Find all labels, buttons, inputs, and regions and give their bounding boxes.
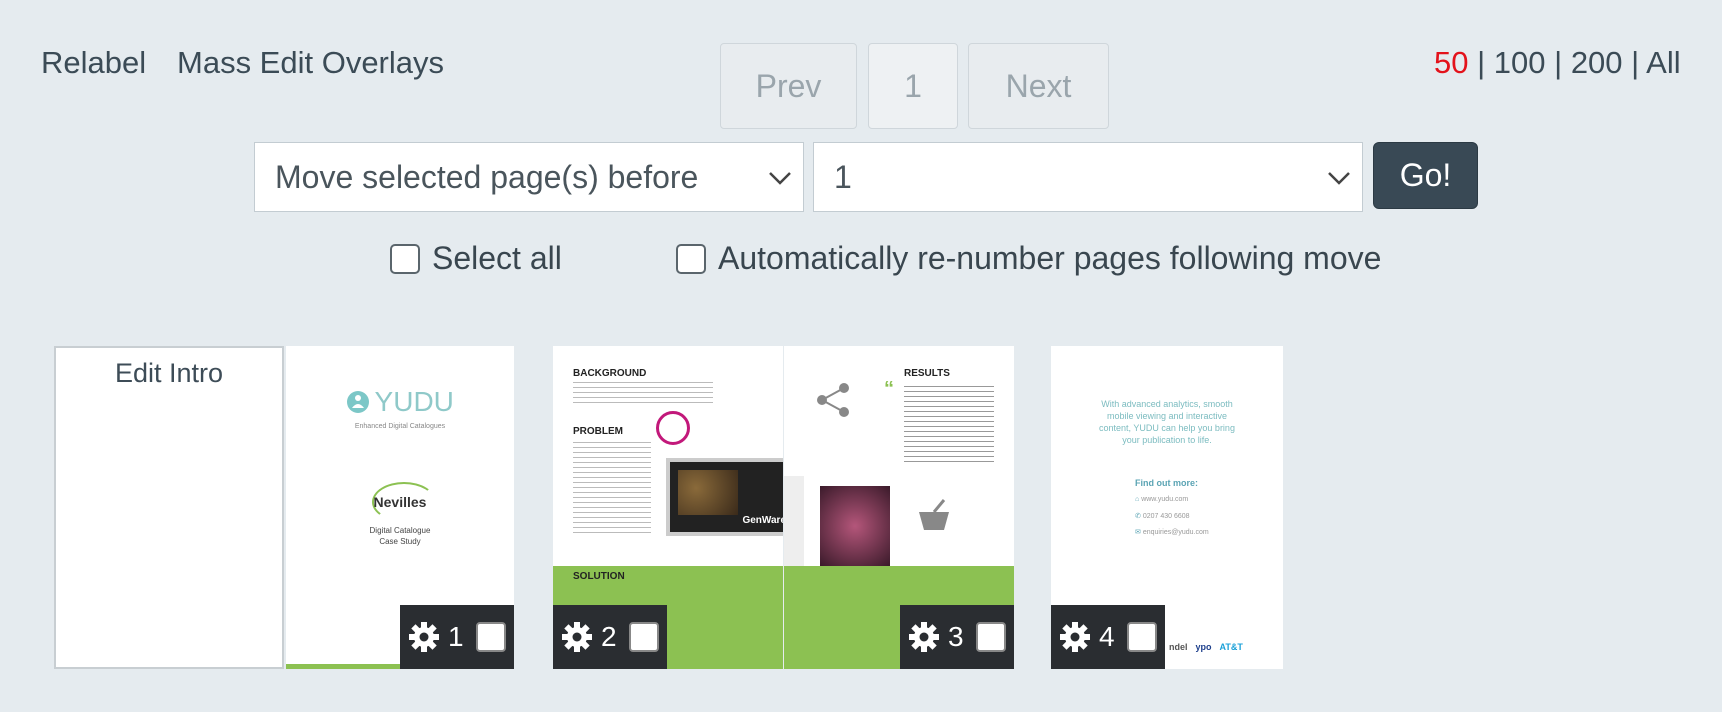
per-page-50[interactable]: 50 (1434, 45, 1468, 80)
body-text (904, 386, 994, 466)
monitor-image: GenWare (666, 458, 783, 536)
page-number: 4 (1099, 621, 1115, 652)
phone-image-edge (784, 476, 804, 566)
partner-logo: ndel (1169, 642, 1188, 652)
edit-intro-tile[interactable]: Edit Intro (54, 346, 284, 669)
page-select-checkbox[interactable] (1126, 622, 1157, 652)
next-button[interactable]: Next (968, 43, 1109, 129)
doc-title: Digital Catalogue (369, 526, 431, 535)
heading-solution: SOLUTION (573, 571, 625, 582)
separator: | (1554, 45, 1571, 80)
brand-subtitle: Enhanced Digital Catalogues (354, 423, 446, 430)
client-name: Nevilles (373, 494, 427, 510)
quote-open-icon: “ (884, 378, 894, 400)
page-controls-4: 4 (1051, 605, 1165, 669)
chevron-down-icon (1328, 172, 1350, 185)
page-thumbnail-4[interactable]: With advanced analytics, smooth mobile v… (1051, 346, 1283, 669)
page-number: 3 (948, 621, 964, 652)
per-page-selector: 50 | 100 | 200 | All (1434, 45, 1681, 81)
relabel-link[interactable]: Relabel (41, 45, 146, 81)
select-all-label: Select all (432, 240, 562, 276)
partner-logo: AT&T (1219, 642, 1243, 652)
page-number: 2 (601, 621, 617, 652)
gear-icon[interactable] (561, 621, 593, 653)
auto-renumber-checkbox[interactable] (676, 243, 706, 274)
go-button[interactable]: Go! (1373, 142, 1478, 209)
badge-circle (656, 411, 690, 445)
partner-logo: ypo (1195, 642, 1212, 652)
edit-intro-label: Edit Intro (114, 358, 224, 388)
heading-problem: PROBLEM (573, 426, 623, 437)
find-out-more-heading: Find out more: (1135, 478, 1198, 488)
gear-icon[interactable] (1059, 621, 1091, 653)
separator: | (1477, 45, 1494, 80)
page-controls-1: 1 (400, 605, 514, 669)
brand-name: YUDU (374, 386, 454, 417)
page-thumbnail-2[interactable]: BACKGROUND PROBLEM GenWare SOLUTION 2 (553, 346, 783, 669)
food-image (820, 486, 890, 566)
phone-text: 0207 430 6608 (1142, 513, 1190, 520)
page-number: 1 (448, 621, 464, 652)
prev-button[interactable]: Prev (720, 43, 857, 129)
overlay-text: GenWare (742, 515, 783, 526)
page-select-checkbox[interactable] (475, 622, 506, 652)
separator: | (1631, 45, 1647, 80)
email-icon: ✉ (1135, 529, 1141, 536)
phone-icon: ✆ (1135, 513, 1141, 520)
chevron-down-icon (769, 172, 791, 185)
page-controls-3: 3 (900, 605, 1014, 669)
per-page-100[interactable]: 100 (1494, 45, 1546, 80)
page-thumbnail-3[interactable]: RESULTS “ 3 (784, 346, 1014, 669)
move-target-select[interactable]: 1 (813, 142, 1363, 212)
mass-edit-overlays-link[interactable]: Mass Edit Overlays (177, 45, 444, 81)
auto-renumber-row[interactable]: Automatically re-number pages following … (676, 240, 1381, 277)
gear-icon[interactable] (908, 621, 940, 653)
body-text (573, 382, 713, 406)
select-all-row[interactable]: Select all (390, 240, 562, 277)
tagline: With advanced analytics, smooth mobile v… (1099, 399, 1235, 445)
page-select-checkbox[interactable] (628, 622, 659, 652)
page-thumbnail-1[interactable]: YUDU Enhanced Digital Catalogues Neville… (286, 346, 514, 669)
email-text: enquiries@yudu.com (1142, 529, 1209, 536)
doc-subtitle: Case Study (379, 537, 421, 546)
contact-phone: ✆ 0207 430 6608 (1135, 512, 1190, 520)
web-text: www.yudu.com (1141, 496, 1189, 503)
auto-renumber-label: Automatically re-number pages following … (718, 240, 1382, 276)
page-controls-2: 2 (553, 605, 667, 669)
yudu-logo: YUDU (286, 386, 514, 418)
select-all-checkbox[interactable] (390, 243, 420, 274)
current-page-button[interactable]: 1 (868, 43, 958, 129)
contact-web: ⌂ www.yudu.com (1135, 496, 1188, 503)
partner-logos: ndel ypo AT&T (1169, 642, 1243, 652)
move-action-value: Move selected page(s) before (275, 158, 699, 195)
contact-email: ✉ enquiries@yudu.com (1135, 528, 1209, 536)
basket-icon (919, 499, 949, 530)
move-target-value: 1 (834, 158, 852, 195)
gear-icon[interactable] (408, 621, 440, 653)
home-icon: ⌂ (1135, 496, 1140, 503)
share-icon (817, 383, 849, 417)
per-page-200[interactable]: 200 (1571, 45, 1623, 80)
move-action-select[interactable]: Move selected page(s) before (254, 142, 804, 212)
page-select-checkbox[interactable] (975, 622, 1006, 652)
body-text (573, 442, 651, 534)
yudu-logo-icon (347, 391, 370, 413)
per-page-all[interactable]: All (1646, 45, 1680, 80)
heading-results: RESULTS (904, 368, 950, 379)
heading-background: BACKGROUND (573, 368, 647, 379)
